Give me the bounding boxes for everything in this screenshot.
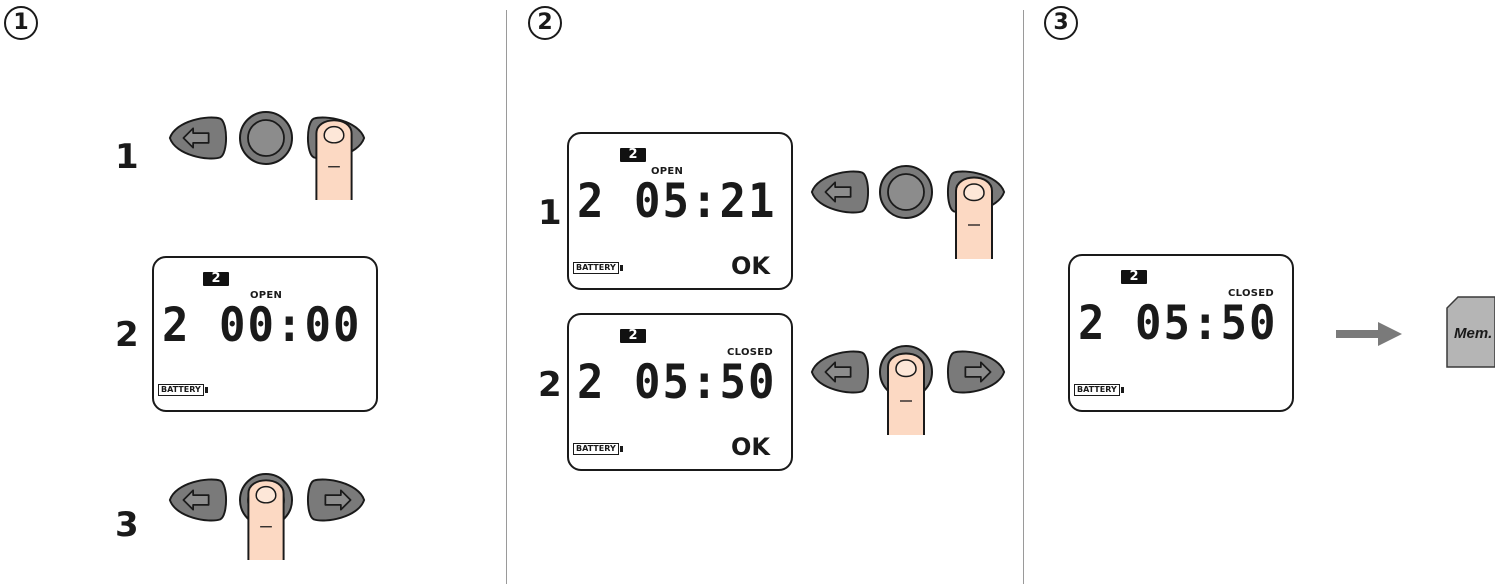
battery-indicator: BATTERY xyxy=(573,262,623,274)
section-badge-3: 3 xyxy=(1044,6,1078,40)
lcd-display: 2 CLOSED 2 05:50 BATTERY xyxy=(1068,254,1294,412)
ok-label: OK xyxy=(731,433,770,461)
time-digits: 2 05:50 xyxy=(577,354,777,410)
left-arrow-button-icon[interactable] xyxy=(166,112,228,164)
step-number: 3 xyxy=(115,505,139,545)
battery-indicator: BATTERY xyxy=(1074,384,1124,396)
channel-badge: 2 xyxy=(620,148,646,162)
right-arrow-button-icon[interactable] xyxy=(306,474,368,526)
ok-label: OK xyxy=(731,252,770,280)
left-arrow-button-icon[interactable] xyxy=(808,166,870,218)
channel-badge: 2 xyxy=(620,329,646,343)
step-number: 2 xyxy=(538,365,562,405)
time-digits: 2 05:21 xyxy=(577,173,777,229)
finger-press-icon xyxy=(314,112,354,200)
lcd-display: 2 OPEN 2 00:00 BATTERY xyxy=(152,256,378,412)
step-number: 1 xyxy=(538,193,562,233)
battery-indicator: BATTERY xyxy=(158,384,208,396)
finger-press-icon xyxy=(246,472,286,560)
left-arrow-button-icon[interactable] xyxy=(808,346,870,398)
right-arrow-icon xyxy=(1336,322,1402,346)
battery-indicator: BATTERY xyxy=(573,443,623,455)
step-number: 1 xyxy=(115,137,139,177)
lcd-display: 2 OPEN 2 05:21 BATTERY OK xyxy=(567,132,793,290)
center-button-icon[interactable] xyxy=(238,110,294,166)
channel-badge: 2 xyxy=(1121,270,1147,284)
section-divider xyxy=(1023,10,1024,584)
memory-card-icon: Mem. xyxy=(1446,296,1495,368)
time-digits: 2 00:00 xyxy=(162,297,362,353)
time-digits: 2 05:50 xyxy=(1078,295,1278,351)
section-divider xyxy=(506,10,507,584)
channel-badge: 2 xyxy=(203,272,229,286)
finger-press-icon xyxy=(886,344,926,436)
right-arrow-button-icon[interactable] xyxy=(946,346,1008,398)
finger-press-icon xyxy=(954,166,994,262)
lcd-display: 2 CLOSED 2 05:50 BATTERY OK xyxy=(567,313,793,471)
section-badge-1: 1 xyxy=(4,6,38,40)
step-number: 2 xyxy=(115,315,139,355)
section-badge-2: 2 xyxy=(528,6,562,40)
memory-label: Mem. xyxy=(1454,325,1493,342)
left-arrow-button-icon[interactable] xyxy=(166,474,228,526)
center-button-icon[interactable] xyxy=(878,164,934,220)
